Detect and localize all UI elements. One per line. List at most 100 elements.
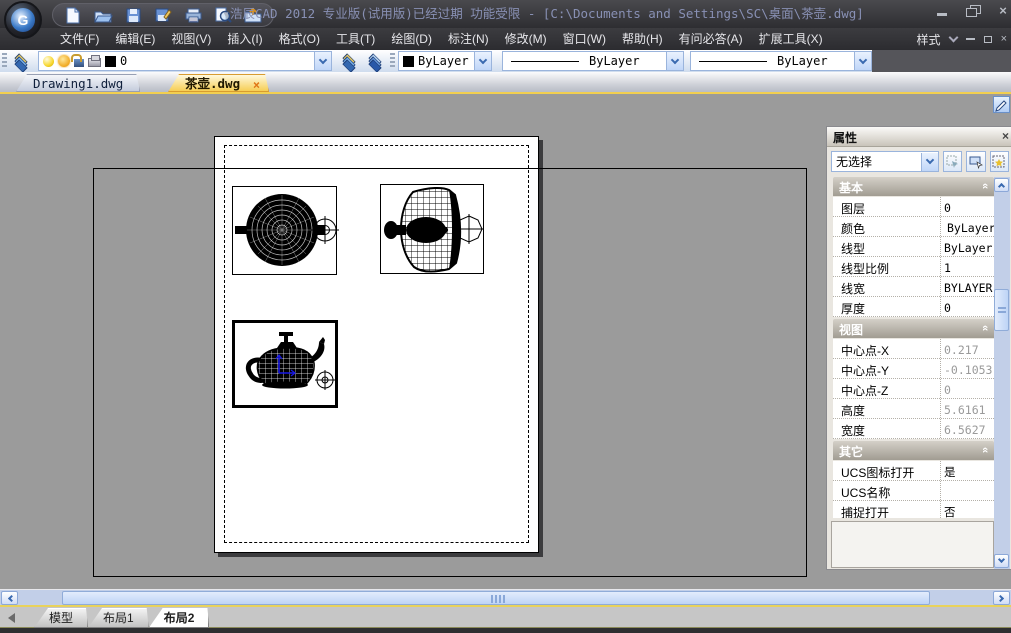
horizontal-scroll-thumb[interactable]	[62, 591, 930, 605]
menu-modify[interactable]: 修改(M)	[497, 28, 555, 50]
layer-combo-arrow[interactable]	[314, 52, 331, 70]
menu-tools[interactable]: 工具(T)	[328, 28, 383, 50]
make-object-layer-current-button[interactable]	[338, 51, 362, 71]
doc-restore-button[interactable]	[984, 36, 992, 43]
menu-help[interactable]: 帮助(H)	[614, 28, 671, 50]
menu-edit[interactable]: 编辑(E)	[107, 28, 163, 50]
select-objects-button[interactable]	[966, 151, 985, 172]
select-objects-icon	[969, 155, 983, 169]
selection-combo-arrow[interactable]	[921, 153, 938, 171]
menu-window[interactable]: 窗口(W)	[555, 28, 614, 50]
open-file-button[interactable]	[93, 6, 113, 25]
scroll-left-button[interactable]	[1, 591, 18, 605]
menubar: 文件(F) 编辑(E) 视图(V) 插入(I) 格式(O) 工具(T) 绘图(D…	[0, 28, 1011, 50]
collapse-icon[interactable]: «	[979, 447, 991, 453]
canvas-horizontal-scrollbar[interactable]	[0, 589, 1011, 605]
group-header-basic[interactable]: 基本 «	[833, 177, 994, 196]
prop-row-linetype-scale[interactable]: 线型比例 1	[833, 257, 994, 277]
layout-tab-scroll-left-button[interactable]	[4, 608, 18, 628]
menu-insert[interactable]: 插入(I)	[219, 28, 270, 50]
menu-format[interactable]: 格式(O)	[271, 28, 328, 50]
properties-scrollbar[interactable]	[994, 177, 1010, 569]
scroll-right-button[interactable]	[993, 591, 1010, 605]
toolbar-grip[interactable]	[2, 53, 7, 69]
prop-row-height[interactable]: 高度 5.6161	[833, 399, 994, 419]
tab-model[interactable]: 模型	[34, 608, 88, 628]
collapse-icon[interactable]: «	[979, 325, 991, 331]
menu-express-tools[interactable]: 扩展工具(X)	[751, 28, 831, 50]
menu-file[interactable]: 文件(F)	[52, 28, 107, 50]
props-scroll-up-button[interactable]	[994, 178, 1009, 192]
prop-row-center-y[interactable]: 中心点-Y -0.1053	[833, 359, 994, 379]
properties-toolbar: 无选择	[831, 151, 1009, 175]
doc-tab-label: 茶壶.dwg	[185, 76, 240, 91]
prop-row-ucs-name[interactable]: UCS名称	[833, 481, 994, 501]
menu-view[interactable]: 视图(V)	[163, 28, 219, 50]
print-button[interactable]	[183, 6, 203, 25]
linetype-sample-icon	[511, 61, 579, 62]
menu-dimension[interactable]: 标注(N)	[440, 28, 497, 50]
properties-close-icon[interactable]: ×	[1002, 129, 1009, 143]
layer-unlock-icon[interactable]	[74, 59, 84, 67]
prop-row-ucs-icon-on[interactable]: UCS图标打开 是	[833, 461, 994, 481]
lineweight-combo[interactable]: ByLayer	[690, 51, 872, 71]
lineweight-combo-arrow[interactable]	[854, 52, 871, 70]
linetype-combo[interactable]: ByLayer	[502, 51, 684, 71]
prop-row-linetype[interactable]: 线型 ByLayer	[833, 237, 994, 257]
teapot-front-view-drawing	[381, 185, 485, 275]
viewport-teapot-front-view[interactable]	[380, 184, 484, 274]
toggle-pickadd-button[interactable]	[990, 151, 1009, 172]
tab-layout1[interactable]: 布局1	[88, 608, 149, 628]
props-scroll-thumb[interactable]	[994, 289, 1009, 331]
doc-tab-teapot[interactable]: 茶壶.dwg ×	[168, 74, 269, 92]
toolbar-options-icon[interactable]: ▼	[222, 10, 230, 19]
layer-combo[interactable]: 0	[38, 51, 332, 71]
prop-row-width[interactable]: 宽度 6.5627	[833, 419, 994, 439]
selection-combo[interactable]: 无选择	[831, 151, 939, 172]
toolbar-grip[interactable]	[390, 53, 395, 69]
prop-row-lineweight[interactable]: 线宽 BYLAYER	[833, 277, 994, 297]
color-combo-arrow[interactable]	[474, 52, 491, 70]
save-button[interactable]	[123, 6, 143, 25]
prop-row-layer[interactable]: 图层 0	[833, 197, 994, 217]
new-file-button[interactable]	[63, 6, 83, 25]
viewport-teapot-iso-view[interactable]	[232, 320, 338, 408]
layer-thaw-icon[interactable]	[58, 55, 70, 67]
tab-close-icon[interactable]: ×	[253, 76, 260, 94]
app-logo-button[interactable]: G	[4, 1, 42, 39]
menu-qa[interactable]: 有问必答(A)	[671, 28, 751, 50]
linetype-combo-arrow[interactable]	[666, 52, 683, 70]
prop-row-center-x[interactable]: 中心点-X 0.217	[833, 339, 994, 359]
close-button[interactable]: ×	[995, 4, 1011, 18]
collapse-icon[interactable]: «	[979, 183, 991, 189]
doc-tab-drawing1[interactable]: Drawing1.dwg	[16, 74, 140, 92]
application-window: G ▼ 浩辰CAD 2012 专业版(试用版)已经过期 功能受限 - [C:\D…	[0, 0, 1011, 633]
tab-layout2[interactable]: 布局2	[149, 608, 210, 628]
properties-palette: 属性 × 无选择 基本 « 图层 0	[826, 126, 1011, 570]
layer-previous-icon	[368, 54, 384, 68]
props-scroll-down-button[interactable]	[994, 554, 1009, 568]
minimize-button[interactable]	[935, 4, 951, 18]
save-as-button[interactable]	[153, 6, 173, 25]
group-header-view[interactable]: 视图 «	[833, 319, 994, 338]
layer-previous-button[interactable]	[364, 51, 388, 71]
restore-button[interactable]	[965, 4, 981, 18]
style-dropdown-icon[interactable]	[948, 33, 958, 43]
layer-manager-button[interactable]	[10, 51, 34, 71]
menu-draw[interactable]: 绘图(D)	[383, 28, 440, 50]
doc-minimize-button[interactable]	[966, 38, 975, 40]
properties-title-bar[interactable]: 属性 ×	[827, 127, 1011, 147]
group-header-misc[interactable]: 其它 «	[833, 441, 994, 460]
quick-select-button[interactable]	[943, 151, 962, 172]
layer-on-icon[interactable]	[43, 56, 54, 67]
canvas-edit-button[interactable]	[993, 96, 1010, 113]
viewport-teapot-top-view[interactable]	[232, 186, 337, 275]
prop-row-color[interactable]: 颜色 ByLayer	[833, 217, 994, 237]
properties-title: 属性	[833, 131, 857, 145]
color-combo[interactable]: ByLayer	[398, 51, 492, 71]
prop-row-snap-on[interactable]: 捕捉打开 否	[833, 501, 994, 518]
doc-close-button[interactable]: ×	[1001, 33, 1007, 45]
prop-row-center-z[interactable]: 中心点-Z 0	[833, 379, 994, 399]
layer-plot-icon[interactable]	[88, 58, 101, 67]
prop-row-thickness[interactable]: 厚度 0	[833, 297, 994, 317]
